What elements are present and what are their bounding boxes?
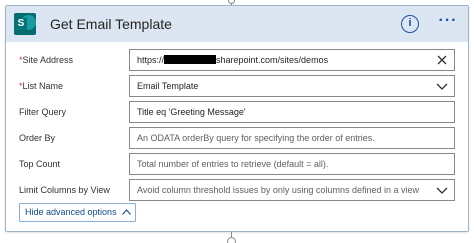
field-row-limit-columns: Limit Columns by View Avoid column thres… <box>6 179 468 205</box>
limit-columns-dropdown[interactable]: Avoid column threshold issues by only us… <box>129 179 455 201</box>
chevron-down-icon[interactable] <box>436 184 448 196</box>
field-row-site-address: *Site Address https://sharepoint.com/sit… <box>6 49 468 75</box>
field-label: Top Count <box>19 159 61 169</box>
chevron-down-icon[interactable] <box>436 80 448 92</box>
more-options-icon[interactable]: ··· <box>436 13 460 34</box>
redacted-block <box>164 55 217 64</box>
flow-connector-top-node <box>228 0 235 4</box>
field-label: Order By <box>19 133 56 143</box>
field-label: Filter Query <box>19 107 67 117</box>
filter-query-input[interactable]: Title eq 'Greeting Message' <box>129 101 455 123</box>
action-card: S Get Email Template i ··· *Site Address… <box>5 5 469 232</box>
top-count-input[interactable]: Total number of entries to retrieve (def… <box>129 153 455 175</box>
field-row-filter-query: Filter Query Title eq 'Greeting Message' <box>6 101 468 127</box>
clear-icon[interactable] <box>436 54 448 66</box>
info-icon[interactable]: i <box>401 15 419 33</box>
field-label: *Site Address <box>19 55 74 65</box>
sharepoint-icon: S <box>14 13 36 35</box>
list-name-dropdown[interactable]: Email Template <box>129 75 455 97</box>
field-label: Limit Columns by View <box>19 185 110 195</box>
field-label: *List Name <box>19 81 64 91</box>
order-by-input[interactable]: An ODATA orderBy query for specifying th… <box>129 127 455 149</box>
chevron-up-icon <box>122 209 131 215</box>
action-card-header[interactable]: S Get Email Template i ··· <box>6 6 468 42</box>
field-row-list-name: *List Name Email Template <box>6 75 468 101</box>
site-address-input[interactable]: https://sharepoint.com/sites/demos <box>129 49 455 71</box>
add-step-node[interactable] <box>227 237 236 243</box>
hide-advanced-options-button[interactable]: Hide advanced options <box>19 203 136 222</box>
field-row-top-count: Top Count Total number of entries to ret… <box>6 153 468 179</box>
field-row-order-by: Order By An ODATA orderBy query for spec… <box>6 127 468 153</box>
action-title[interactable]: Get Email Template <box>50 16 172 32</box>
